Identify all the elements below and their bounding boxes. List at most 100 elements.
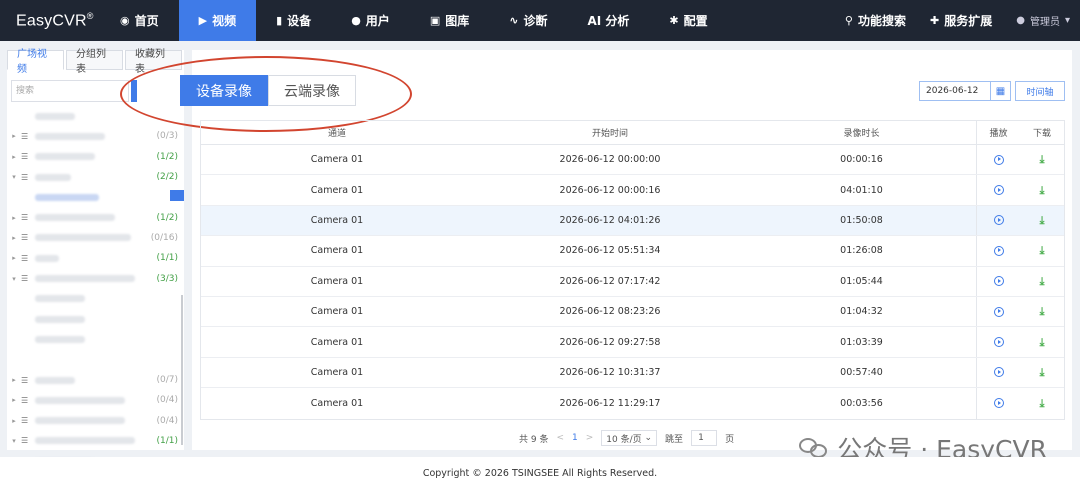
download-button[interactable]: ⤓ [1020,358,1064,387]
brand-logo[interactable]: EasyCVR® [0,11,100,30]
date-input[interactable]: 2026-06-12 [919,81,991,101]
user-menu[interactable]: ● 管理员 ▾ [1004,0,1080,41]
cell-duration: 01:05:44 [840,275,883,287]
expand-arrow-icon[interactable]: ▸ [7,234,21,242]
nav-item-5[interactable]: ∿ 诊断 [489,0,567,41]
play-button[interactable] [976,357,1020,388]
nav-item-1[interactable]: ▶ 视频 [178,0,257,41]
table-row[interactable]: Camera 01 2026-06-12 00:00:16 04:01:10 ⤓ [201,175,1064,206]
page-size-select[interactable]: 10 条/页 ⌄ [601,430,658,446]
tree-node[interactable]: ▾ ☰ (2/2) [7,167,184,187]
table-row[interactable]: Camera 01 2026-06-12 10:31:37 00:57:40 ⤓ [201,357,1064,389]
cell-start-time: 2026-06-12 00:00:00 [559,154,661,166]
table-row[interactable]: Camera 01 2026-06-12 04:01:26 01:50:08 ⤓ [201,205,1064,237]
play-button[interactable] [976,296,1020,327]
redacted-node-name [35,132,105,140]
tree-node[interactable]: ▸ ☰ (0/4) [7,410,184,430]
download-button[interactable]: ⤓ [1020,236,1064,265]
expand-arrow-icon[interactable]: ▾ [7,437,21,445]
play-button[interactable] [976,327,1020,357]
tree-node[interactable] [7,329,184,349]
cell-duration: 00:00:16 [840,154,883,166]
download-button[interactable]: ⤓ [1020,267,1064,296]
download-button[interactable]: ⤓ [1020,206,1064,235]
sidebar-tab-1[interactable]: 分组列表 [66,49,123,75]
node-count: (0/3) [156,131,178,142]
expand-arrow-icon[interactable]: ▸ [7,254,21,262]
nav-right-item-0[interactable]: ⚲ 功能搜索 [833,0,918,41]
tree-node[interactable]: ▾ ☰ (3/3) [7,268,184,288]
expand-arrow-icon[interactable]: ▾ [7,173,21,181]
download-button[interactable]: ⤓ [1020,388,1064,418]
play-button[interactable] [976,388,1020,419]
sidebar-tab-2[interactable]: 收藏列表 [125,49,182,75]
tree-node[interactable]: ▾ ☰ (1/1) [7,431,184,451]
record-tab-1[interactable]: 云端录像 [268,75,356,106]
tree-node[interactable] [7,289,184,309]
tree-search [11,80,137,102]
tree-node[interactable]: ▸ ☰ (1/2) [7,147,184,167]
expand-arrow-icon[interactable]: ▸ [7,417,21,425]
tree-scrollbar[interactable] [181,295,183,445]
nav-item-0[interactable]: ◉ 首页 [100,0,179,41]
pager-prev-button[interactable]: < [556,433,564,443]
cell-duration: 00:03:56 [840,397,883,409]
pager-jump-input[interactable]: 1 [691,430,718,446]
download-icon: ⤓ [1039,274,1045,288]
nav-right-item-1[interactable]: ✚ 服务扩展 [918,0,1004,41]
tree-node[interactable]: ▸ ☰ (1/1) [7,248,184,268]
expand-arrow-icon[interactable]: ▸ [7,396,21,404]
tree-node[interactable]: ▸ ☰ (0/7) [7,370,184,390]
tree-node[interactable] [7,350,184,370]
table-row[interactable]: Camera 01 2026-06-12 08:23:26 01:04:32 ⤓ [201,296,1064,328]
nav-item-2[interactable]: ▮ 设备 [256,0,331,41]
device-tree: ▸ ☰ (0/3) ▸ ☰ (1/2) ▾ ☰ (2/2) ▸ ☰ (1/2) ▸ ☰ (0/16) ▸ ☰ (1… [7,106,184,471]
download-button[interactable]: ⤓ [1020,145,1064,174]
node-count: (1/1) [156,435,178,446]
record-tab-0[interactable]: 设备录像 [180,75,268,106]
expand-arrow-icon[interactable]: ▸ [7,153,21,161]
nav-item-3[interactable]: ● 用户 [331,0,410,41]
search-input[interactable] [11,80,129,102]
play-button[interactable] [976,205,1020,236]
tree-node[interactable]: ▸ ☰ (0/4) [7,390,184,410]
download-button[interactable]: ⤓ [1020,327,1064,356]
nav-item-6[interactable]: AI 分析 [567,0,649,41]
tree-node[interactable] [7,187,184,207]
play-circle-icon [993,398,1004,409]
play-circle-icon [993,337,1004,348]
tree-node[interactable]: ▸ ☰ (0/3) [7,126,184,146]
play-button[interactable] [976,266,1020,296]
timeline-button[interactable]: 时间轴 [1015,81,1065,101]
pager-next-button[interactable]: > [586,433,594,443]
tree-node[interactable] [7,106,184,126]
play-button[interactable] [976,236,1020,266]
nav-item-7[interactable]: ✱ 配置 [649,0,727,41]
device-list-icon: ☰ [21,253,29,263]
calendar-icon[interactable]: ▦ [991,81,1011,101]
tree-node[interactable]: ▸ ☰ (0/16) [7,228,184,248]
redacted-node-name [35,335,85,343]
play-button[interactable] [976,145,1020,175]
tree-node[interactable]: ▸ ☰ (1/2) [7,207,184,227]
table-row[interactable]: Camera 01 2026-06-12 05:51:34 01:26:08 ⤓ [201,236,1064,267]
play-circle-icon [993,215,1004,226]
download-button[interactable]: ⤓ [1020,297,1064,326]
table-row[interactable]: Camera 01 2026-06-12 07:17:42 01:05:44 ⤓ [201,266,1064,297]
table-row[interactable]: Camera 01 2026-06-12 00:00:00 00:00:16 ⤓ [201,145,1064,176]
expand-arrow-icon[interactable]: ▾ [7,275,21,283]
search-marker [131,80,137,102]
nav-item-4[interactable]: ▣ 图库 [410,0,489,41]
expand-arrow-icon[interactable]: ▸ [7,132,21,140]
pager-current-page[interactable]: 1 [572,433,578,443]
download-button[interactable]: ⤓ [1020,175,1064,204]
col-duration: 录像时长 [843,129,880,139]
user-icon: ● [351,14,361,27]
sidebar-tab-0[interactable]: 广场视频 [7,49,64,75]
expand-arrow-icon[interactable]: ▸ [7,214,21,222]
tree-node[interactable] [7,309,184,329]
table-row[interactable]: Camera 01 2026-06-12 11:29:17 00:03:56 ⤓ [201,388,1064,419]
expand-arrow-icon[interactable]: ▸ [7,376,21,384]
play-button[interactable] [976,175,1020,205]
table-row[interactable]: Camera 01 2026-06-12 09:27:58 01:03:39 ⤓ [201,327,1064,358]
